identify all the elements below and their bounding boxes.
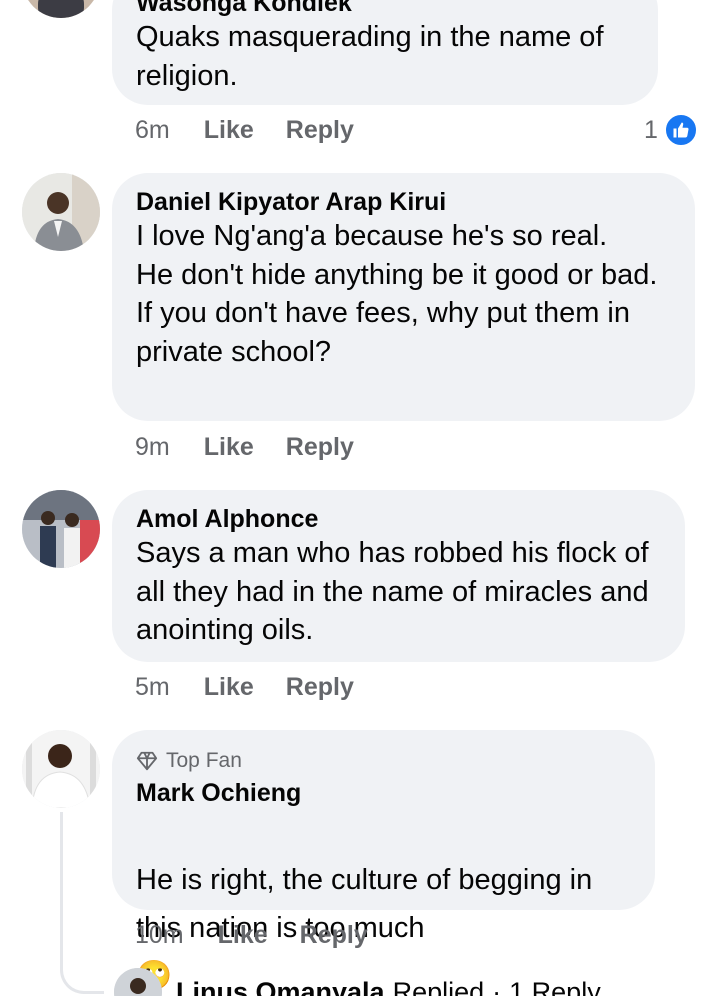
diamond-icon [136,751,158,771]
replier-name: Linus Omanyala [176,976,385,996]
comment-text: Says a man who has robbed his flock of a… [136,537,649,646]
reaction-count[interactable]: 1 [644,113,698,147]
top-fan-badge: Top Fan [136,748,631,774]
comment-text: I love Ng'ang'a because he's so real. He… [136,220,658,368]
comment-actions: 10m Like Reply [135,920,400,950]
reply-button[interactable]: Reply [286,115,354,145]
thumbs-up-icon [663,113,698,147]
comment-author[interactable]: Amol Alphonce [136,504,661,534]
comment-time[interactable]: 10m [135,920,184,950]
comment-actions: 6m Like Reply [135,115,386,145]
comment-time[interactable]: 9m [135,432,170,462]
replied-label: Replied [392,976,485,996]
avatar[interactable] [22,730,100,808]
comment-bubble: Amol Alphonce Says a man who has robbed … [112,490,685,662]
reply-button[interactable]: Reply [300,920,368,950]
comment-time[interactable]: 5m [135,672,170,702]
reply-button[interactable]: Reply [286,672,354,702]
comment-bubble: Wasonga Kondiek Quaks masquerading in th… [112,0,658,105]
comment-author[interactable]: Daniel Kipyator Arap Kirui [136,187,671,217]
like-button[interactable]: Like [204,672,254,702]
comments-thread: Wasonga Kondiek Quaks masquerading in th… [0,0,720,996]
avatar[interactable] [22,0,100,18]
like-button[interactable]: Like [204,432,254,462]
comment-author[interactable]: Wasonga Kondiek [136,0,634,18]
reply-button[interactable]: Reply [286,432,354,462]
comment-bubble: Daniel Kipyator Arap Kirui I love Ng'ang… [112,173,695,421]
reaction-number: 1 [644,115,658,144]
comment-author[interactable]: Mark Ochieng [136,778,631,808]
reply-count: 1 Reply [509,976,601,996]
comment-actions: 9m Like Reply [135,432,386,462]
thread-connector [60,812,104,994]
badge-label: Top Fan [166,749,242,772]
like-button[interactable]: Like [218,920,268,950]
comment-actions: 5m Like Reply [135,672,386,702]
separator-dot: · [492,976,502,996]
avatar[interactable] [22,173,100,251]
replier-avatar [114,968,162,996]
comment-time[interactable]: 6m [135,115,170,145]
like-button[interactable]: Like [204,115,254,145]
view-replies-link[interactable]: Linus Omanyala Replied · 1 Reply [114,968,601,996]
avatar[interactable] [22,490,100,568]
comment-text: Quaks masquerading in the name of religi… [136,21,604,92]
comment-bubble: Top Fan Mark Ochieng He is right, the cu… [112,730,655,992]
